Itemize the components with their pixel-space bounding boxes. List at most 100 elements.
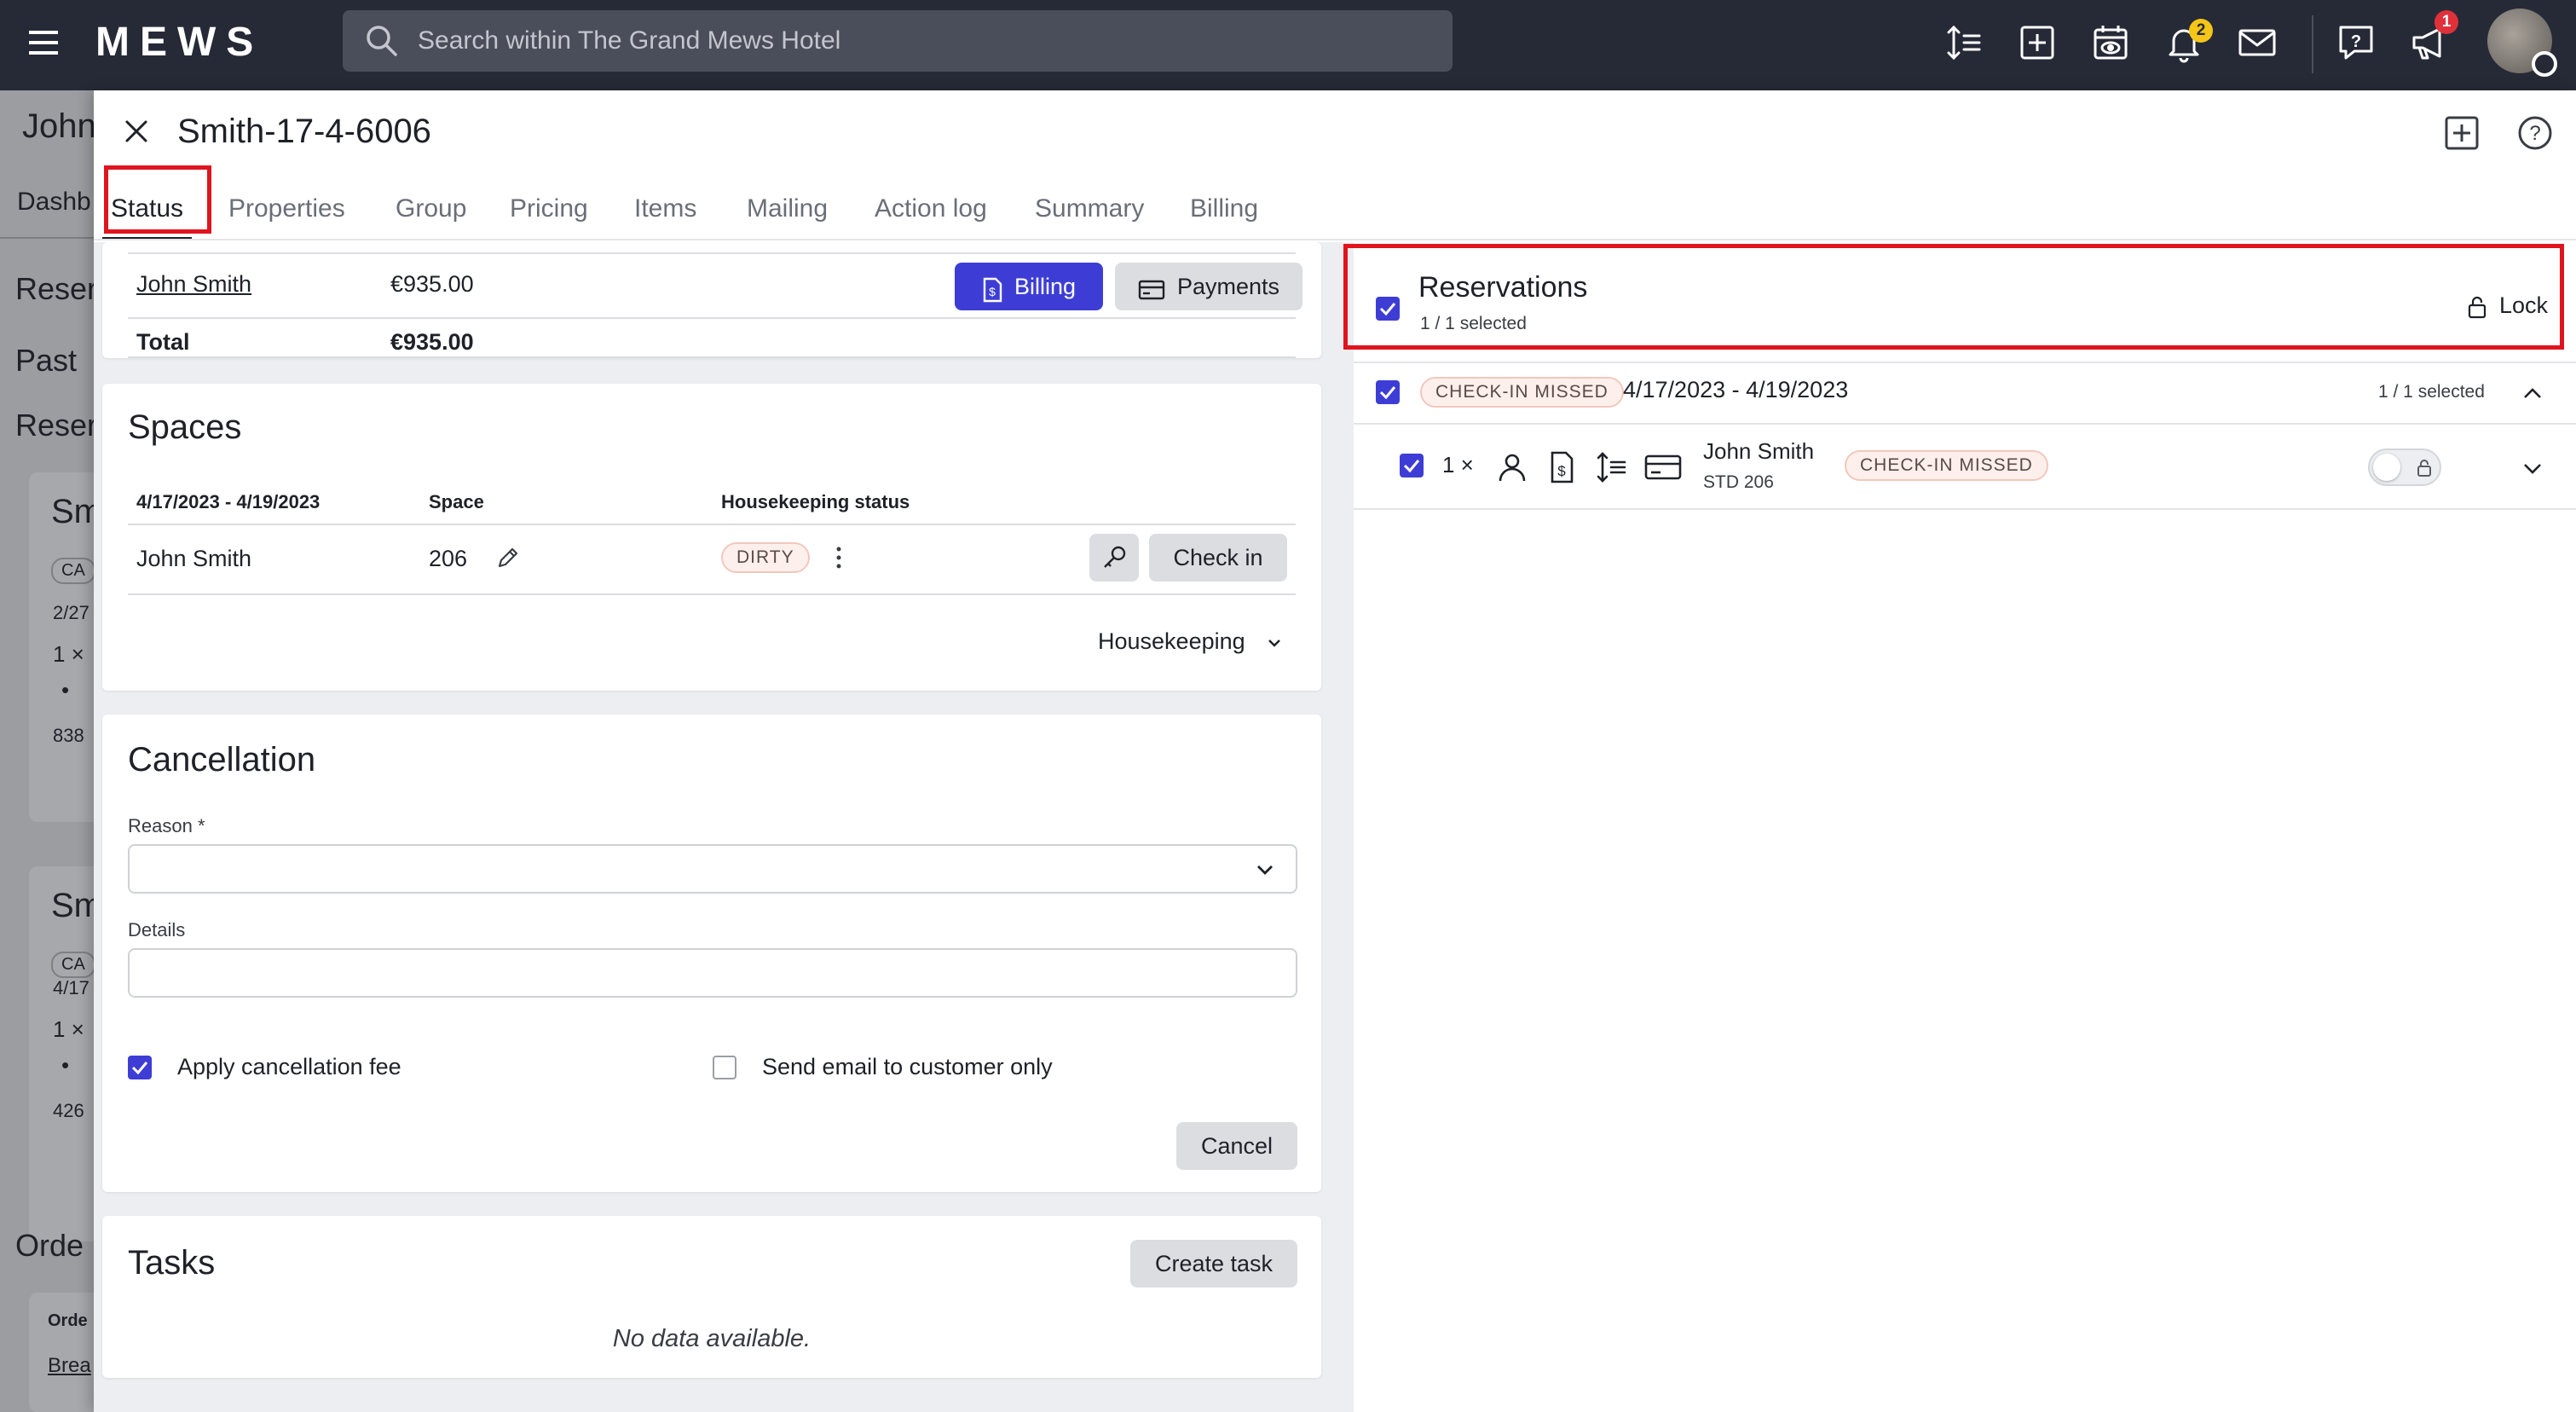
billing-guest-amount: €935.00 [390, 271, 474, 297]
divider [128, 524, 1296, 525]
lock-toggle[interactable] [2368, 448, 2441, 486]
space-guest-name: John Smith [136, 546, 252, 571]
reservation-item-quantity: 1 × [1442, 452, 1474, 477]
bg-card-qty: 1 × [53, 641, 84, 667]
bg-section-title: Reser [15, 271, 98, 306]
tab-properties[interactable]: Properties [228, 177, 345, 240]
group-checkbox[interactable] [1376, 380, 1400, 404]
chevron-down-icon[interactable] [2520, 455, 2545, 481]
cancellation-card: Cancellation Reason * Details Apply canc… [102, 715, 1321, 1192]
spaces-card: Spaces 4/17/2023 - 4/19/2023 Space House… [102, 384, 1321, 691]
create-task-button[interactable]: Create task [1130, 1240, 1297, 1288]
apply-fee-label: Apply cancellation fee [177, 1054, 401, 1079]
guest-person-icon[interactable] [1495, 450, 1529, 484]
help-chat-icon[interactable]: ? [2336, 22, 2377, 63]
reservation-item-checkbox[interactable] [1400, 454, 1424, 477]
mail-icon[interactable] [2237, 22, 2278, 63]
billing-button-label: Billing [1014, 274, 1077, 299]
key-icon [1100, 544, 1128, 571]
divider [1354, 508, 2576, 510]
billing-guest-link[interactable]: John Smith [136, 271, 251, 298]
details-input[interactable] [128, 948, 1297, 998]
cancel-button[interactable]: Cancel [1176, 1122, 1297, 1170]
group-dates: 4/17/2023 - 4/19/2023 [1623, 377, 1849, 402]
avatar-status-indicator [2532, 51, 2557, 77]
divider [128, 317, 1296, 319]
notifications-bell-icon[interactable]: 2 [2163, 19, 2213, 63]
announcements-megaphone-icon[interactable]: 1 [2409, 10, 2458, 63]
details-label: Details [128, 919, 186, 940]
user-avatar[interactable] [2487, 9, 2557, 77]
lock-icon [2416, 458, 2433, 478]
reservation-item-status-chip: CHECK-IN MISSED [1845, 450, 2048, 481]
tasks-card: Tasks Create task No data available. [102, 1216, 1321, 1378]
top-navigation-bar: MEWS 2 ? 1 [0, 0, 2576, 90]
highlight-status-tab [104, 165, 211, 234]
total-label: Total [136, 329, 190, 355]
spaces-space-header: Space [429, 491, 484, 512]
total-amount: €935.00 [390, 329, 474, 355]
divider [1354, 423, 2576, 425]
svg-text:$: $ [1557, 463, 1566, 479]
help-icon[interactable]: ? [2513, 111, 2557, 155]
tabs-divider [94, 239, 2576, 240]
reservation-item-guest: John Smith [1703, 438, 1815, 464]
bg-guest-name: John [22, 107, 96, 145]
housekeeping-dropdown-label: Housekeeping [1098, 628, 1245, 654]
tasks-empty-text: No data available. [612, 1325, 811, 1352]
billing-button[interactable]: $ Billing [955, 263, 1103, 310]
billing-summary-card: John Smith €935.00 $ Billing Payments To… [102, 242, 1321, 358]
bg-orders-link: Brea [48, 1354, 91, 1377]
toggle-knob [2373, 454, 2400, 481]
divider [128, 593, 1296, 595]
divider [128, 356, 1296, 358]
bg-tab-dashboard: Dashb [17, 188, 91, 216]
send-email-checkbox[interactable] [713, 1056, 736, 1079]
background-page: John Dashb Reser Past Reser Sm CA 2/27 1… [0, 90, 131, 1412]
cancellation-title: Cancellation [128, 741, 316, 778]
sort-lines-icon[interactable] [1594, 450, 1628, 484]
send-email-label: Send email to customer only [762, 1054, 1053, 1079]
bg-card-bullet: • [61, 1052, 70, 1078]
add-square-icon[interactable] [2440, 111, 2484, 155]
housekeeping-dropdown[interactable]: Housekeeping [1098, 624, 1284, 658]
bg-orders-column: Orde [48, 1311, 88, 1330]
bg-card-qty: 1 × [53, 1016, 84, 1042]
check-in-button[interactable]: Check in [1149, 534, 1287, 582]
invoice-icon[interactable]: $ [1545, 450, 1579, 484]
tab-action-log[interactable]: Action log [875, 177, 987, 240]
bg-card-date: 4/17 [53, 977, 90, 998]
calendar-view-icon[interactable] [2090, 22, 2131, 63]
bg-card-chip: CA [51, 952, 95, 978]
payments-button[interactable]: Payments [1115, 263, 1302, 310]
close-icon[interactable] [119, 114, 153, 148]
key-button[interactable] [1089, 534, 1139, 582]
space-number: 206 [429, 546, 468, 571]
chevron-down-icon [1265, 634, 1284, 652]
menu-icon[interactable] [26, 26, 63, 60]
card-icon[interactable] [1643, 450, 1683, 484]
spaces-date-header: 4/17/2023 - 4/19/2023 [136, 491, 321, 512]
tab-summary[interactable]: Summary [1035, 177, 1144, 240]
mews-logo[interactable]: MEWS [95, 20, 263, 65]
add-square-icon[interactable] [2017, 22, 2058, 63]
svg-text:?: ? [2529, 122, 2540, 145]
chevron-up-icon[interactable] [2520, 380, 2545, 406]
reason-select[interactable] [128, 844, 1297, 894]
tab-mailing[interactable]: Mailing [747, 177, 828, 240]
edit-pencil-icon[interactable] [494, 544, 522, 571]
more-options-icon[interactable] [829, 542, 849, 573]
search-bar[interactable] [343, 10, 1453, 72]
card-icon [1138, 264, 1165, 312]
search-input[interactable] [418, 10, 1424, 72]
tab-pricing[interactable]: Pricing [510, 177, 588, 240]
reservation-tabs: Status Properties Group Pricing Items Ma… [94, 177, 2576, 240]
sort-lines-icon[interactable] [1944, 22, 1984, 63]
housekeeping-status-chip: DIRTY [721, 542, 810, 573]
divider [128, 252, 1296, 254]
bg-card-date: 2/27 [53, 602, 90, 623]
tab-group[interactable]: Group [396, 177, 466, 240]
tab-billing[interactable]: Billing [1190, 177, 1258, 240]
tab-items[interactable]: Items [634, 177, 696, 240]
apply-fee-checkbox[interactable] [128, 1056, 152, 1079]
